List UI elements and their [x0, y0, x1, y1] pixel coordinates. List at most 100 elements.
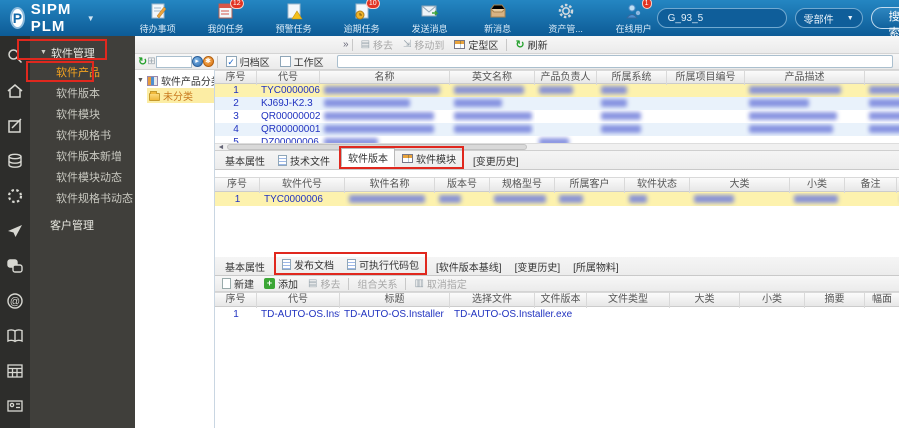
search-icon[interactable]	[5, 46, 25, 66]
tab-executable-package[interactable]: 可执行代码包	[341, 255, 425, 273]
column-header[interactable]: 序号	[215, 293, 257, 308]
add-button[interactable]: + 添加	[259, 276, 303, 291]
sidebar-item-spec-dynamics[interactable]: 软件规格书动态	[30, 189, 135, 210]
tab-related-material[interactable]: [所属物料]	[567, 257, 625, 275]
search-button[interactable]: 搜索	[870, 7, 899, 39]
column-header[interactable]: 产品描述	[745, 71, 865, 85]
id-card-icon[interactable]	[5, 396, 25, 416]
filter-text-input[interactable]	[336, 55, 893, 68]
calendar-icon[interactable]	[5, 361, 25, 381]
sidebar-item-software-product[interactable]: 软件产品	[30, 63, 135, 84]
table-row[interactable]: 5 DZ00000006	[215, 136, 899, 143]
column-header[interactable]: 标题	[340, 293, 450, 308]
move-to-button[interactable]: ⇲ 移动到	[398, 37, 449, 52]
tree-collapse-icon[interactable]: ⊞	[147, 56, 155, 67]
horizontal-scrollbar[interactable]: ◄	[215, 143, 899, 151]
app-logo[interactable]: P SIPM PLM ▼	[0, 1, 105, 35]
scroll-left-arrow-icon[interactable]: ◄	[215, 144, 227, 151]
remove-button[interactable]: ▤ 移去	[303, 276, 345, 291]
sidebar-item-software-module[interactable]: 软件模块	[30, 105, 135, 126]
tab-software-module[interactable]: 软件模块	[396, 149, 462, 167]
archive-area-checkbox[interactable]: ✓ 归档区	[221, 54, 275, 69]
edit-icon[interactable]	[5, 116, 25, 136]
column-header[interactable]: 所属项目编号	[667, 71, 745, 85]
tab-software-version[interactable]: 软件版本	[341, 148, 395, 167]
tab-basic-properties[interactable]: 基本属性	[219, 257, 271, 275]
column-header[interactable]: 大类	[670, 293, 740, 308]
tab-change-history[interactable]: [变更历史]	[509, 257, 567, 275]
new-button[interactable]: 新建	[217, 276, 259, 291]
sidebar-item-version-add[interactable]: 软件版本新增	[30, 147, 135, 168]
database-icon[interactable]	[5, 151, 25, 171]
fixed-area-button[interactable]: 定型区	[449, 37, 503, 52]
sidebar-group-software-management[interactable]: ▼ 软件管理	[30, 42, 135, 63]
column-header[interactable]: 备注	[845, 178, 897, 193]
book-icon[interactable]	[5, 326, 25, 346]
column-header[interactable]: 幅面	[865, 293, 899, 308]
table-row[interactable]: 1 TD-AUTO-OS.Instal... TD-AUTO-OS.Instal…	[215, 307, 899, 321]
column-header[interactable]: 所属客户	[555, 178, 625, 193]
column-header[interactable]: 名称	[320, 71, 450, 85]
tab-release-documents[interactable]: 发布文档	[276, 255, 340, 273]
column-header[interactable]: 小类	[790, 178, 845, 193]
tab-basic-properties[interactable]: 基本属性	[219, 151, 271, 169]
column-header[interactable]: 软件代号	[260, 178, 345, 193]
sidebar-item-module-dynamics[interactable]: 软件模块动态	[30, 168, 135, 189]
sidebar-item-software-spec[interactable]: 软件规格书	[30, 126, 135, 147]
column-header[interactable]: 小类	[740, 293, 805, 308]
search-category-select[interactable]: 零部件 ▼	[794, 8, 863, 28]
table-row[interactable]: 4 QR00000001	[215, 123, 899, 136]
column-header[interactable]: 代号	[257, 293, 340, 308]
tree-root-software-product-category[interactable]: ▼ 软件产品分类	[135, 73, 214, 88]
search-input[interactable]	[656, 8, 787, 28]
tree-filter-input[interactable]	[155, 55, 192, 68]
nav-my-tasks[interactable]: 12 我的任务	[203, 0, 249, 35]
nav-todo[interactable]: 待办事项	[135, 2, 181, 35]
column-header[interactable]: 英文名称	[450, 71, 535, 85]
column-header[interactable]: 代号	[257, 71, 320, 85]
tree-clear-button[interactable]: ✱	[202, 56, 214, 67]
tree-search-button[interactable]: ▸	[191, 56, 203, 67]
nav-overdue-tasks[interactable]: 10 逾期任务	[339, 0, 385, 35]
column-header[interactable]: 摘要	[805, 293, 865, 308]
at-sign-icon[interactable]: @	[5, 291, 25, 311]
table-row[interactable]: 1 TYC0000006	[215, 84, 899, 97]
nav-new-message[interactable]: 新消息	[475, 2, 521, 35]
tree-refresh-icon[interactable]: ↻	[138, 55, 147, 68]
table-row[interactable]: 1 TYC0000006	[215, 192, 899, 206]
column-header[interactable]: 大类	[690, 178, 790, 193]
column-header[interactable]: 文件版本	[535, 293, 587, 308]
table-row[interactable]: 2 KJ69J-K2.3	[215, 97, 899, 110]
tab-version-baseline[interactable]: [软件版本基线]	[430, 257, 508, 275]
send-plane-icon[interactable]	[5, 221, 25, 241]
column-header[interactable]: 产品负责人	[535, 71, 597, 85]
column-header[interactable]: 选择文件	[450, 293, 535, 308]
workspace-checkbox[interactable]: 工作区	[275, 54, 329, 69]
tab-change-history[interactable]: [变更历史]	[467, 151, 525, 169]
chat-icon[interactable]	[5, 256, 25, 276]
remove-button[interactable]: ▤ 移去	[356, 37, 398, 52]
nav-online-users[interactable]: 1 在线用户	[611, 0, 657, 35]
cancel-assign-button[interactable]: ▥ 取消指定	[409, 276, 471, 291]
home-icon[interactable]	[5, 81, 25, 101]
relation-button[interactable]: 组合关系	[352, 276, 402, 291]
sidebar-group-customer-management[interactable]: 客户管理	[30, 214, 135, 235]
tab-technical-files[interactable]: 技术文件	[272, 151, 336, 169]
overflow-chevron-icon[interactable]: »	[343, 39, 349, 50]
column-header[interactable]: 版本号	[435, 178, 490, 193]
column-header[interactable]: 文件类型	[587, 293, 670, 308]
column-header[interactable]: 软件状态	[625, 178, 690, 193]
column-header[interactable]: 序号	[215, 71, 257, 85]
nav-asset-management[interactable]: 资产管...	[543, 2, 589, 35]
refresh-button[interactable]: ↻ 刷新	[510, 37, 552, 52]
tree-node-uncategorized[interactable]: 未分类	[147, 88, 214, 103]
column-header[interactable]: 备注	[865, 71, 899, 85]
table-row[interactable]: 3 QR00000002	[215, 110, 899, 123]
column-header[interactable]: 软件名称	[345, 178, 435, 193]
column-header[interactable]: 规格型号	[490, 178, 555, 193]
sidebar-item-software-version[interactable]: 软件版本	[30, 84, 135, 105]
nav-send-message[interactable]: 发送消息	[407, 2, 453, 35]
column-header[interactable]: 所属系统	[597, 71, 667, 85]
nav-warning-tasks[interactable]: 预警任务	[271, 2, 317, 35]
column-header[interactable]: 序号	[215, 178, 260, 193]
